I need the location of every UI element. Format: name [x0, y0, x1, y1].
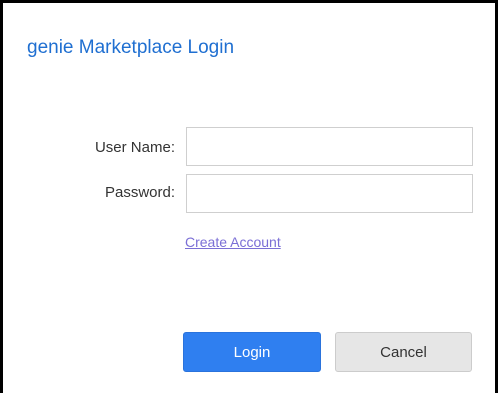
- login-dialog: genie Marketplace Login User Name: Passw…: [0, 0, 498, 393]
- username-label: User Name:: [94, 139, 175, 156]
- password-label: Password:: [104, 184, 175, 201]
- login-button[interactable]: Login: [183, 332, 321, 372]
- cancel-button[interactable]: Cancel: [335, 332, 472, 372]
- login-button-label: Login: [233, 343, 271, 361]
- cancel-button-label: Cancel: [380, 343, 427, 361]
- create-account-link[interactable]: Create Account: [185, 234, 281, 250]
- username-field[interactable]: [186, 127, 473, 166]
- dialog-title: genie Marketplace Login: [27, 37, 235, 58]
- password-field[interactable]: [186, 174, 473, 213]
